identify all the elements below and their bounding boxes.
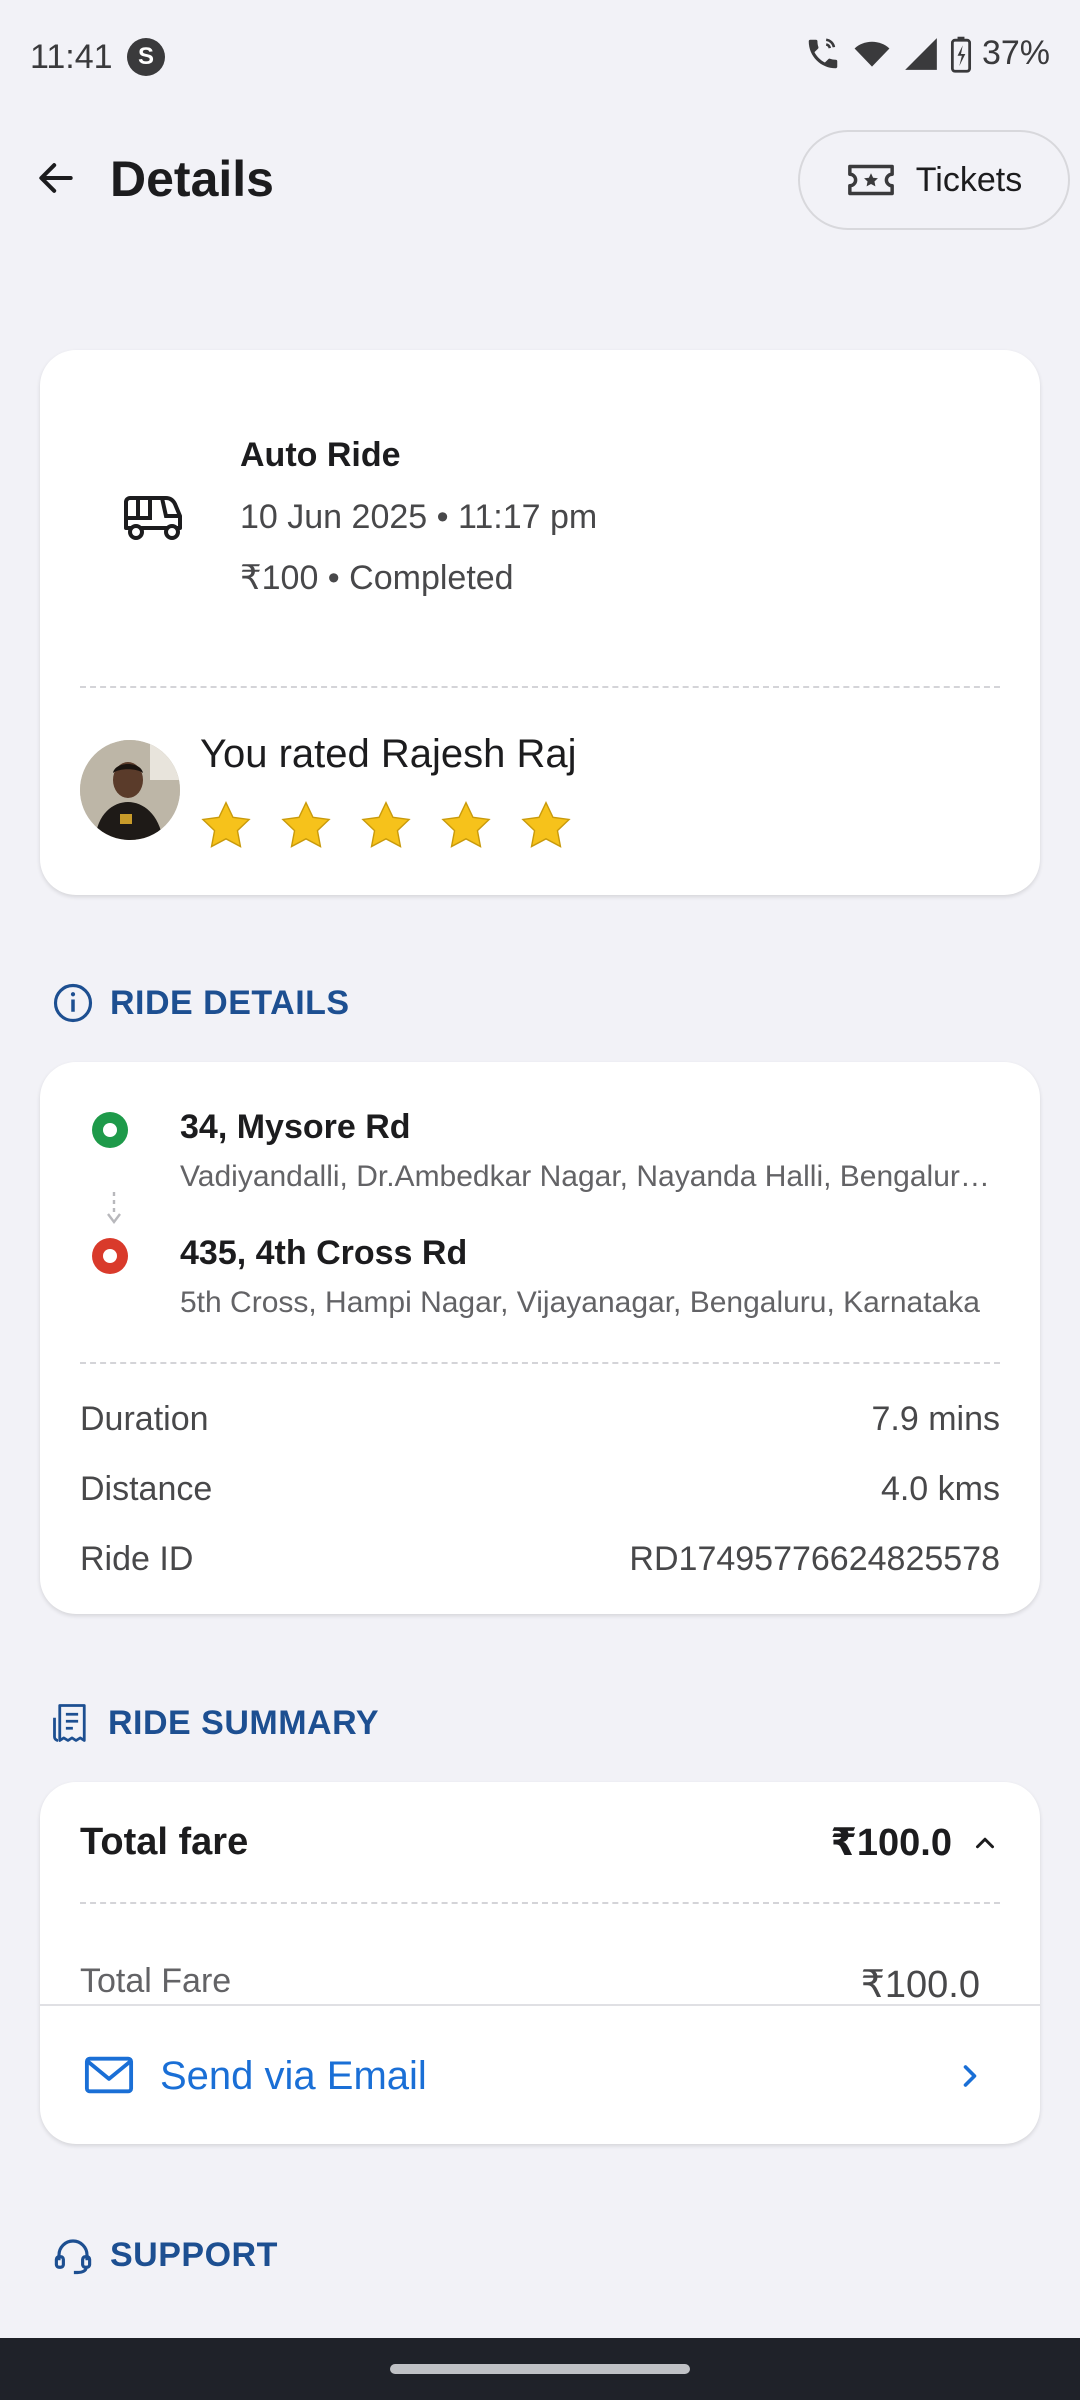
ticket-icon <box>847 164 894 196</box>
pickup-title: 34, Mysore Rd <box>180 1108 411 1146</box>
tickets-label: Tickets <box>915 160 1023 199</box>
signal-icon <box>905 37 937 70</box>
ride-datetime: 10 Jun 2025 • 11:17 pm <box>240 498 598 536</box>
total-fare-right: ₹100.0 <box>830 1820 1000 1865</box>
app-header: Details Tickets <box>0 120 1080 240</box>
duration-value: 7.9 mins <box>871 1400 1001 1438</box>
fare-breakdown-label: Total Fare <box>80 1962 232 2000</box>
drop-address: 5th Cross, Hampi Nagar, Vijayanagar, Ben… <box>180 1286 980 1319</box>
home-gesture-handle[interactable] <box>390 2364 690 2374</box>
ride-fare-status: ₹100 • Completed <box>240 559 514 597</box>
wifi-calling-icon <box>808 37 838 68</box>
chevron-up-icon[interactable] <box>970 1828 1000 1858</box>
rating-stars <box>198 798 574 854</box>
ride-details-label: RIDE DETAILS <box>110 983 350 1022</box>
auto-rickshaw-icon <box>124 496 182 540</box>
fare-breakdown-row: Total Fare ₹100.0 <box>80 1962 980 2007</box>
arrow-left-icon <box>39 163 73 193</box>
distance-row: Distance 4.0 kms <box>80 1470 1000 1509</box>
system-navigation-bar <box>0 2338 1080 2400</box>
divider <box>80 1902 1000 1904</box>
star-icon <box>281 801 331 848</box>
divider <box>80 1362 1000 1364</box>
support-label: SUPPORT <box>110 2235 278 2274</box>
ride-type: Auto Ride <box>240 436 401 474</box>
tickets-button[interactable]: Tickets <box>798 130 1070 230</box>
distance-value: 4.0 kms <box>880 1470 1000 1508</box>
back-button[interactable] <box>24 146 88 210</box>
star-icon <box>361 801 411 848</box>
ride-details-card: 34, Mysore Rd Vadiyandalli, Dr.Ambedkar … <box>40 1062 1040 1614</box>
app-notification-icon: S <box>127 38 165 76</box>
divider <box>80 686 1000 688</box>
distance-label: Distance <box>80 1470 213 1508</box>
send-via-email-label: Send via Email <box>160 2054 427 2098</box>
ride-summary-label: RIDE SUMMARY <box>108 1703 380 1742</box>
star-icon <box>201 801 251 848</box>
chevron-right-icon <box>963 2065 977 2087</box>
drop-dot-icon <box>92 1238 128 1274</box>
pickup-address: Vadiyandalli, Dr.Ambedkar Nagar, Nayanda… <box>180 1160 1000 1193</box>
receipt-icon <box>53 1704 86 1742</box>
info-icon <box>53 983 93 1023</box>
status-indicators: 37% <box>804 34 1050 73</box>
duration-label: Duration <box>80 1400 209 1438</box>
ride-summary-card[interactable]: Auto Ride 10 Jun 2025 • 11:17 pm ₹100 • … <box>40 350 1040 895</box>
total-fare-label: Total fare <box>80 1821 249 1863</box>
ride-id-row: Ride ID RD17495776624825578 <box>80 1540 1000 1579</box>
support-header[interactable]: SUPPORT <box>52 2234 278 2276</box>
driver-rating-text: You rated Rajesh Raj <box>200 732 577 776</box>
pickup-dot-icon <box>92 1112 128 1148</box>
total-fare-value: ₹100.0 <box>830 1822 952 1864</box>
ride-id-label: Ride ID <box>80 1540 194 1578</box>
drop-title: 435, 4th Cross Rd <box>180 1234 468 1272</box>
status-time: 11:41 <box>30 38 113 76</box>
ride-details-screen: 11:41 S 37% Details Tickets Auto Ride 10… <box>0 0 1080 2400</box>
wifi-icon <box>854 41 890 67</box>
ride-summary-header: RIDE SUMMARY <box>52 1702 379 1744</box>
ride-details-header: RIDE DETAILS <box>52 982 350 1024</box>
total-fare-toggle[interactable]: Total fare ₹100.0 <box>80 1820 1000 1865</box>
page-title: Details <box>110 151 274 207</box>
send-via-email-button[interactable]: Send via Email <box>40 2004 1040 2144</box>
battery-percentage: 37% <box>981 34 1050 72</box>
star-icon <box>441 801 491 848</box>
ride-id-value: RD17495776624825578 <box>629 1540 1000 1578</box>
star-icon <box>521 801 571 848</box>
driver-avatar <box>80 740 180 840</box>
route-arrow-icon <box>107 1192 121 1224</box>
duration-row: Duration 7.9 mins <box>80 1400 1000 1439</box>
fare-breakdown-value: ₹100.0 <box>860 1964 980 2006</box>
fare-summary-card: Total fare ₹100.0 Total Fare ₹100.0 Send… <box>40 1782 1040 2144</box>
battery-icon <box>950 36 971 73</box>
headset-icon <box>54 2239 92 2275</box>
status-bar: 11:41 S 37% <box>0 0 1080 115</box>
mail-icon <box>84 2056 134 2094</box>
